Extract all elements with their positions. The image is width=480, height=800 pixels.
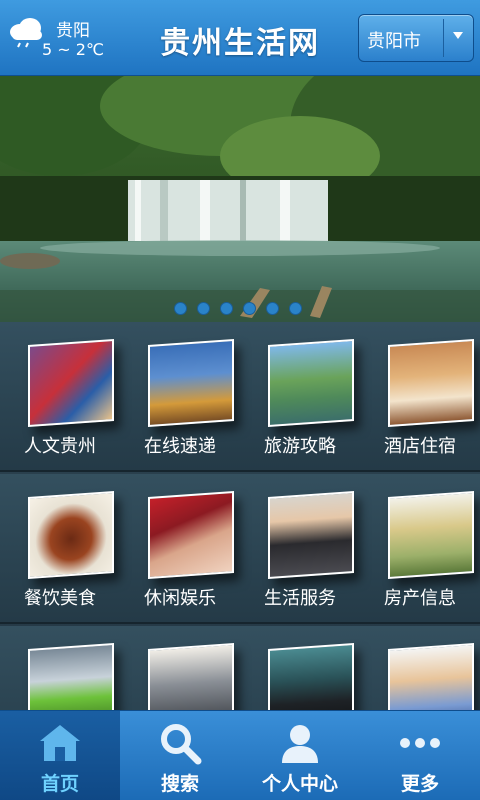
tab-search-label: 搜索 bbox=[160, 773, 199, 795]
app-screen: 贵阳 5 ~ 2℃ 贵州生活网 贵阳市 人文贵州 在线速递 旅游攻略 酒店住宿 … bbox=[0, 0, 480, 800]
category-label: 房产信息 bbox=[384, 588, 456, 609]
category-realestate[interactable]: 房产信息 bbox=[360, 474, 480, 624]
tab-home[interactable]: 首页 bbox=[0, 711, 120, 800]
category-label: 在线速递 bbox=[144, 436, 216, 457]
home-icon bbox=[40, 725, 80, 761]
category-services[interactable]: 生活服务 bbox=[240, 474, 360, 624]
city-skyline-photo bbox=[148, 338, 234, 428]
category-label: 餐饮美食 bbox=[24, 588, 96, 609]
weather-city: 贵阳 bbox=[56, 21, 90, 41]
carousel-dot[interactable] bbox=[289, 302, 302, 315]
cloud-rain-icon bbox=[10, 18, 42, 48]
city-select-divider bbox=[443, 19, 444, 57]
user-icon bbox=[282, 725, 318, 763]
category-grid: 人文贵州 在线速递 旅游攻略 酒店住宿 餐饮美食 休闲娱乐 生活服务 房产信息 bbox=[0, 322, 480, 776]
category-label: 生活服务 bbox=[264, 588, 336, 609]
banner-carousel[interactable] bbox=[0, 76, 480, 322]
spa-massage-photo bbox=[148, 490, 234, 580]
city-select-value: 贵阳市 bbox=[367, 31, 421, 52]
tab-home-label: 首页 bbox=[40, 773, 79, 795]
carousel-dot[interactable] bbox=[174, 302, 187, 315]
city-select[interactable]: 贵阳市 bbox=[358, 14, 474, 62]
tab-profile[interactable]: 个人中心 bbox=[240, 711, 360, 800]
carousel-indicator bbox=[174, 302, 302, 316]
bottom-tab-bar: 首页 搜索 个人中心 更多 bbox=[0, 710, 480, 800]
tab-profile-label: 个人中心 bbox=[261, 773, 338, 795]
category-hotel[interactable]: 酒店住宿 bbox=[360, 322, 480, 472]
carousel-dot[interactable] bbox=[266, 302, 279, 315]
category-express[interactable]: 在线速递 bbox=[120, 322, 240, 472]
category-label: 酒店住宿 bbox=[384, 436, 456, 457]
carousel-dot-active[interactable] bbox=[243, 302, 256, 315]
carousel-dot[interactable] bbox=[197, 302, 210, 315]
category-row: 餐饮美食 休闲娱乐 生活服务 房产信息 bbox=[0, 474, 480, 624]
category-food[interactable]: 餐饮美食 bbox=[0, 474, 120, 624]
category-travel[interactable]: 旅游攻略 bbox=[240, 322, 360, 472]
search-icon bbox=[161, 724, 202, 765]
tab-more-label: 更多 bbox=[400, 773, 439, 795]
category-label: 休闲娱乐 bbox=[144, 588, 216, 609]
category-label: 人文贵州 bbox=[24, 436, 96, 457]
apartment-buildings-photo bbox=[388, 490, 474, 580]
pavilion-bridge-photo bbox=[268, 338, 354, 428]
waterfall-lake-photo bbox=[0, 76, 480, 322]
tab-search[interactable]: 搜索 bbox=[120, 711, 240, 800]
app-header: 贵阳 5 ~ 2℃ 贵州生活网 贵阳市 bbox=[0, 0, 480, 76]
more-dots-icon bbox=[400, 738, 440, 748]
page-title: 贵州生活网 bbox=[160, 26, 320, 61]
service-staff-photo bbox=[268, 490, 354, 580]
tab-more[interactable]: 更多 bbox=[360, 711, 480, 800]
category-leisure[interactable]: 休闲娱乐 bbox=[120, 474, 240, 624]
carousel-dot[interactable] bbox=[220, 302, 233, 315]
food-dish-photo bbox=[28, 490, 114, 580]
folk-culture-photo bbox=[28, 338, 114, 428]
hotel-room-photo bbox=[388, 338, 474, 428]
category-row: 人文贵州 在线速递 旅游攻略 酒店住宿 bbox=[0, 322, 480, 472]
weather-widget[interactable]: 贵阳 5 ~ 2℃ bbox=[4, 10, 124, 66]
category-culture[interactable]: 人文贵州 bbox=[0, 322, 120, 472]
weather-temperature: 5 ~ 2℃ bbox=[42, 40, 104, 59]
category-label: 旅游攻略 bbox=[264, 436, 336, 457]
chevron-down-icon bbox=[453, 32, 463, 39]
